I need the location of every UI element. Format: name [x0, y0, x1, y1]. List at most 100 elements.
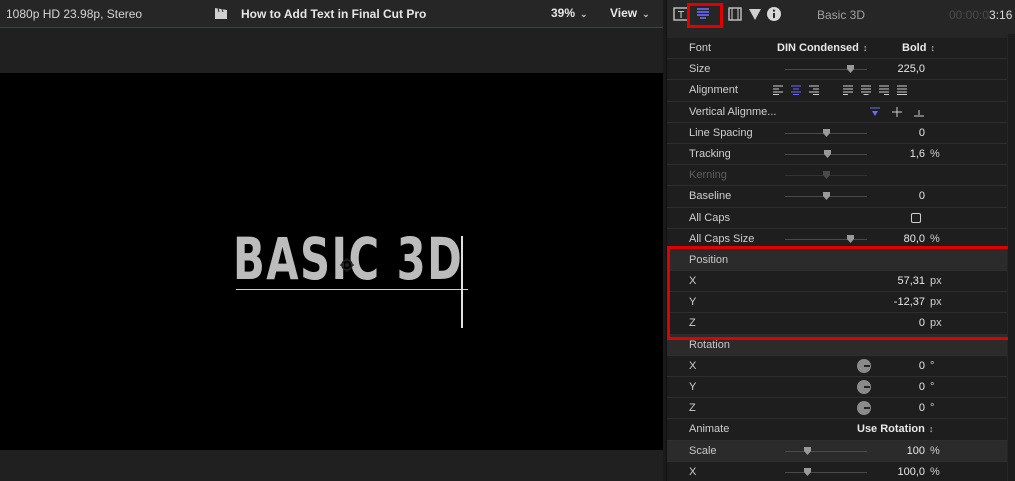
all-caps-checkbox[interactable] [911, 212, 921, 223]
font-label: Font [689, 42, 712, 54]
vertical-alignment-row: Vertical Alignme... [667, 101, 1007, 123]
rotation-label: Rotation [689, 338, 730, 351]
view-menu[interactable]: View ⌄ [610, 6, 650, 20]
vertical-alignment-label: Vertical Alignme... [689, 105, 777, 118]
text-cursor [461, 236, 463, 328]
kerning-slider-knob [822, 171, 830, 180]
all-caps-size-value[interactable]: 80,0 [904, 233, 925, 245]
rotation-y-dial[interactable] [857, 380, 871, 394]
rotation-x-unit: ° [930, 359, 935, 372]
font-family-value: DIN Condensed [777, 42, 859, 54]
text-baseline-guide [236, 289, 468, 290]
size-row: Size 225,0 [667, 59, 1007, 81]
kerning-label: Kerning [689, 169, 727, 182]
rotation-y-label: Y [689, 381, 697, 393]
scale-unit: % [930, 444, 940, 457]
size-slider-knob[interactable] [847, 65, 855, 74]
font-family-popup[interactable]: DIN Condensed ↕ [777, 42, 867, 54]
size-label: Size [689, 63, 711, 76]
rotation-x-value[interactable]: 0 [919, 360, 925, 372]
baseline-label: Baseline [689, 190, 732, 203]
line-spacing-slider[interactable] [785, 128, 867, 137]
view-label: View [610, 6, 638, 20]
video-inspector-icon [728, 7, 742, 21]
inspector-scrollbar[interactable] [1008, 34, 1015, 481]
tracking-unit: % [930, 147, 940, 160]
scale-x-unit: % [930, 465, 940, 478]
filter-inspector-icon [749, 9, 761, 20]
valign-middle-icon[interactable] [892, 106, 902, 117]
kerning-slider [785, 171, 867, 180]
scale-row[interactable]: Scale 100 % [667, 440, 1007, 462]
align-left-icon[interactable] [773, 85, 783, 96]
scale-x-value[interactable]: 100,0 [897, 466, 925, 478]
updown-icon: ↕ [928, 424, 934, 435]
align-right-icon[interactable] [809, 85, 819, 96]
baseline-row: Baseline 0 [667, 186, 1007, 208]
justify-center-icon[interactable] [861, 85, 871, 96]
scale-x-slider-knob[interactable] [804, 467, 812, 476]
all-caps-size-label: All Caps Size [689, 232, 755, 245]
scale-label: Scale [689, 444, 717, 457]
zoom-value: 39% [551, 6, 576, 20]
line-spacing-value[interactable]: 0 [919, 127, 925, 139]
font-weight-popup[interactable]: Bold ↕ [902, 42, 935, 54]
tracking-value[interactable]: 1,6 [910, 148, 925, 160]
line-spacing-label: Line Spacing [689, 126, 753, 139]
viewer: 1080p HD 23.98p, Stereo How to Add Text … [0, 0, 663, 481]
rotation-z-unit: ° [930, 402, 935, 415]
info-inspector-icon [767, 7, 781, 21]
justify-right-icon[interactable] [879, 85, 889, 96]
updown-icon: ↕ [862, 43, 868, 53]
size-slider[interactable] [785, 65, 867, 74]
scale-x-label: X [689, 465, 697, 478]
updown-icon: ↕ [930, 43, 935, 53]
rotation-y-value[interactable]: 0 [919, 381, 925, 393]
filter-inspector-tab[interactable] [747, 6, 765, 24]
zoom-menu[interactable]: 39% ⌄ [551, 6, 588, 20]
justify-full-icon[interactable] [897, 85, 907, 96]
line-spacing-slider-knob[interactable] [822, 128, 830, 137]
chevron-down-icon: ⌄ [580, 9, 588, 19]
size-value[interactable]: 225,0 [897, 63, 925, 75]
baseline-value[interactable]: 0 [919, 190, 925, 202]
animate-popup[interactable]: Use Rotation ↕ [857, 423, 933, 435]
rotation-z-value[interactable]: 0 [919, 402, 925, 414]
rotation-z-label: Z [689, 402, 696, 415]
info-inspector-tab[interactable] [766, 6, 784, 24]
all-caps-size-slider-knob[interactable] [847, 234, 855, 243]
video-inspector-tab[interactable] [727, 6, 745, 24]
alignment-row: Alignment [667, 80, 1007, 102]
all-caps-size-unit: % [930, 232, 940, 245]
justify-left-icon[interactable] [843, 85, 853, 96]
rotation-x-label: X [689, 359, 697, 372]
chevron-down-icon: ⌄ [642, 9, 650, 19]
valign-bottom-icon[interactable] [914, 107, 924, 117]
animate-value: Use Rotation [857, 423, 925, 436]
alignment-label: Alignment [689, 84, 738, 97]
rotation-z-dial[interactable] [857, 401, 871, 416]
scale-slider-knob[interactable] [804, 446, 812, 455]
line-spacing-row: Line Spacing 0 [667, 122, 1007, 144]
tracking-slider[interactable] [785, 149, 867, 158]
all-caps-row: All Caps [667, 207, 1007, 229]
animate-label: Animate [689, 423, 730, 436]
font-row: Font DIN Condensed ↕ Bold ↕ [667, 38, 1007, 60]
baseline-slider[interactable] [785, 192, 867, 201]
tracking-label: Tracking [689, 147, 731, 160]
rotation-x-dial[interactable] [857, 358, 871, 373]
align-center-icon[interactable] [791, 85, 801, 96]
anchor-point-icon[interactable] [340, 258, 354, 272]
all-caps-size-slider[interactable] [785, 234, 867, 243]
baseline-slider-knob[interactable] [822, 192, 830, 201]
inspector-header: T Basic 3D 00:00:03:16 [667, 0, 1015, 34]
rotation-x-row: X 0 ° [667, 355, 1007, 377]
scale-x-slider[interactable] [785, 467, 867, 476]
valign-top-icon[interactable] [870, 107, 880, 117]
scale-value[interactable]: 100 [907, 445, 925, 457]
svg-text:T: T [677, 10, 685, 21]
tracking-slider-knob[interactable] [824, 149, 832, 158]
scale-slider[interactable] [785, 446, 867, 455]
text-tab-highlight [687, 3, 723, 28]
position-highlight [667, 246, 1015, 340]
